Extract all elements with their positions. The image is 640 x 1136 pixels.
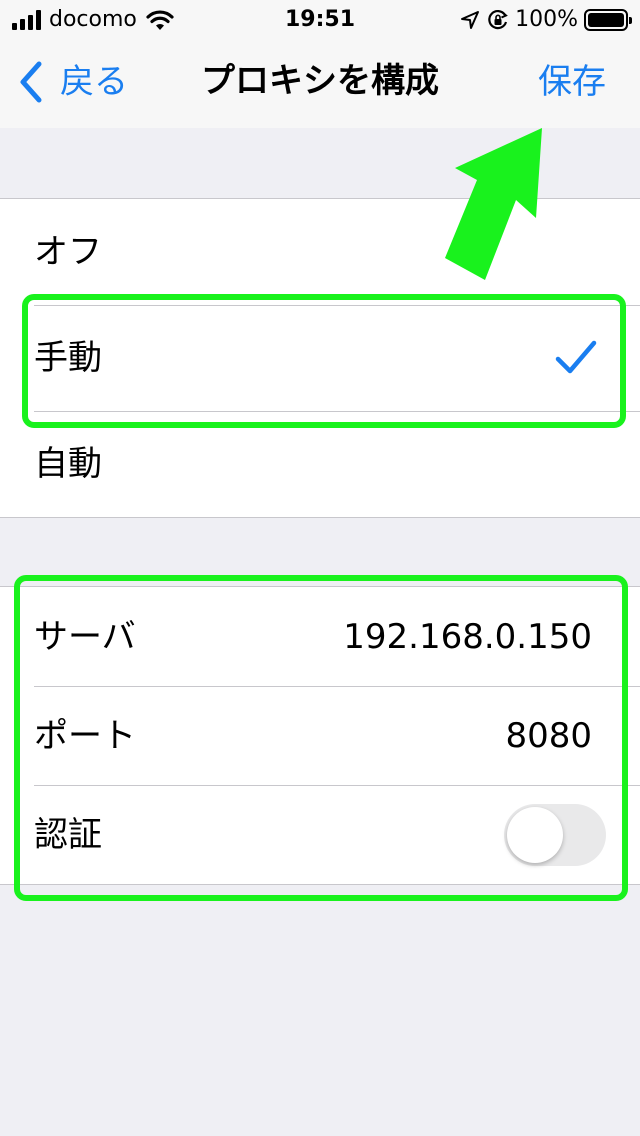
checkmark-icon (555, 340, 597, 374)
manual-settings-group: サーバ 192.168.0.150 ポート 8080 認証 (0, 586, 640, 885)
auth-label: 認証 (34, 814, 102, 855)
port-value[interactable]: 8080 (505, 716, 606, 756)
server-row[interactable]: サーバ 192.168.0.150 (0, 587, 640, 686)
proxy-mode-group: オフ 手動 自動 (0, 198, 640, 518)
proxy-mode-manual-label: 手動 (34, 338, 102, 378)
battery-icon (584, 9, 632, 31)
nav-bar: 戻る プロキシを構成 保存 (0, 40, 640, 128)
proxy-mode-off-row[interactable]: オフ (0, 199, 640, 305)
server-value[interactable]: 192.168.0.150 (343, 617, 606, 657)
screen: docomo 19:51 100% 戻る プロキシを構成 保存 オフ 手動 自動… (0, 0, 640, 1136)
battery-percentage: 100% (515, 7, 578, 32)
server-label: サーバ (34, 616, 136, 657)
port-label: ポート (34, 715, 136, 756)
auth-toggle[interactable] (504, 803, 606, 866)
battery-level (588, 13, 624, 27)
proxy-mode-off-label: オフ (34, 232, 102, 272)
save-button[interactable]: 保存 (538, 60, 606, 104)
auth-row: 認証 (0, 785, 640, 884)
location-icon (461, 11, 480, 29)
proxy-mode-auto-row[interactable]: 自動 (0, 411, 640, 517)
port-row[interactable]: ポート 8080 (0, 686, 640, 785)
status-bar-right: 100% (459, 7, 632, 33)
orientation-lock-icon (488, 10, 508, 30)
status-bar: docomo 19:51 100% (0, 0, 640, 40)
proxy-mode-auto-label: 自動 (34, 444, 102, 484)
auth-toggle-knob (507, 806, 563, 863)
proxy-mode-manual-row[interactable]: 手動 (0, 305, 640, 411)
